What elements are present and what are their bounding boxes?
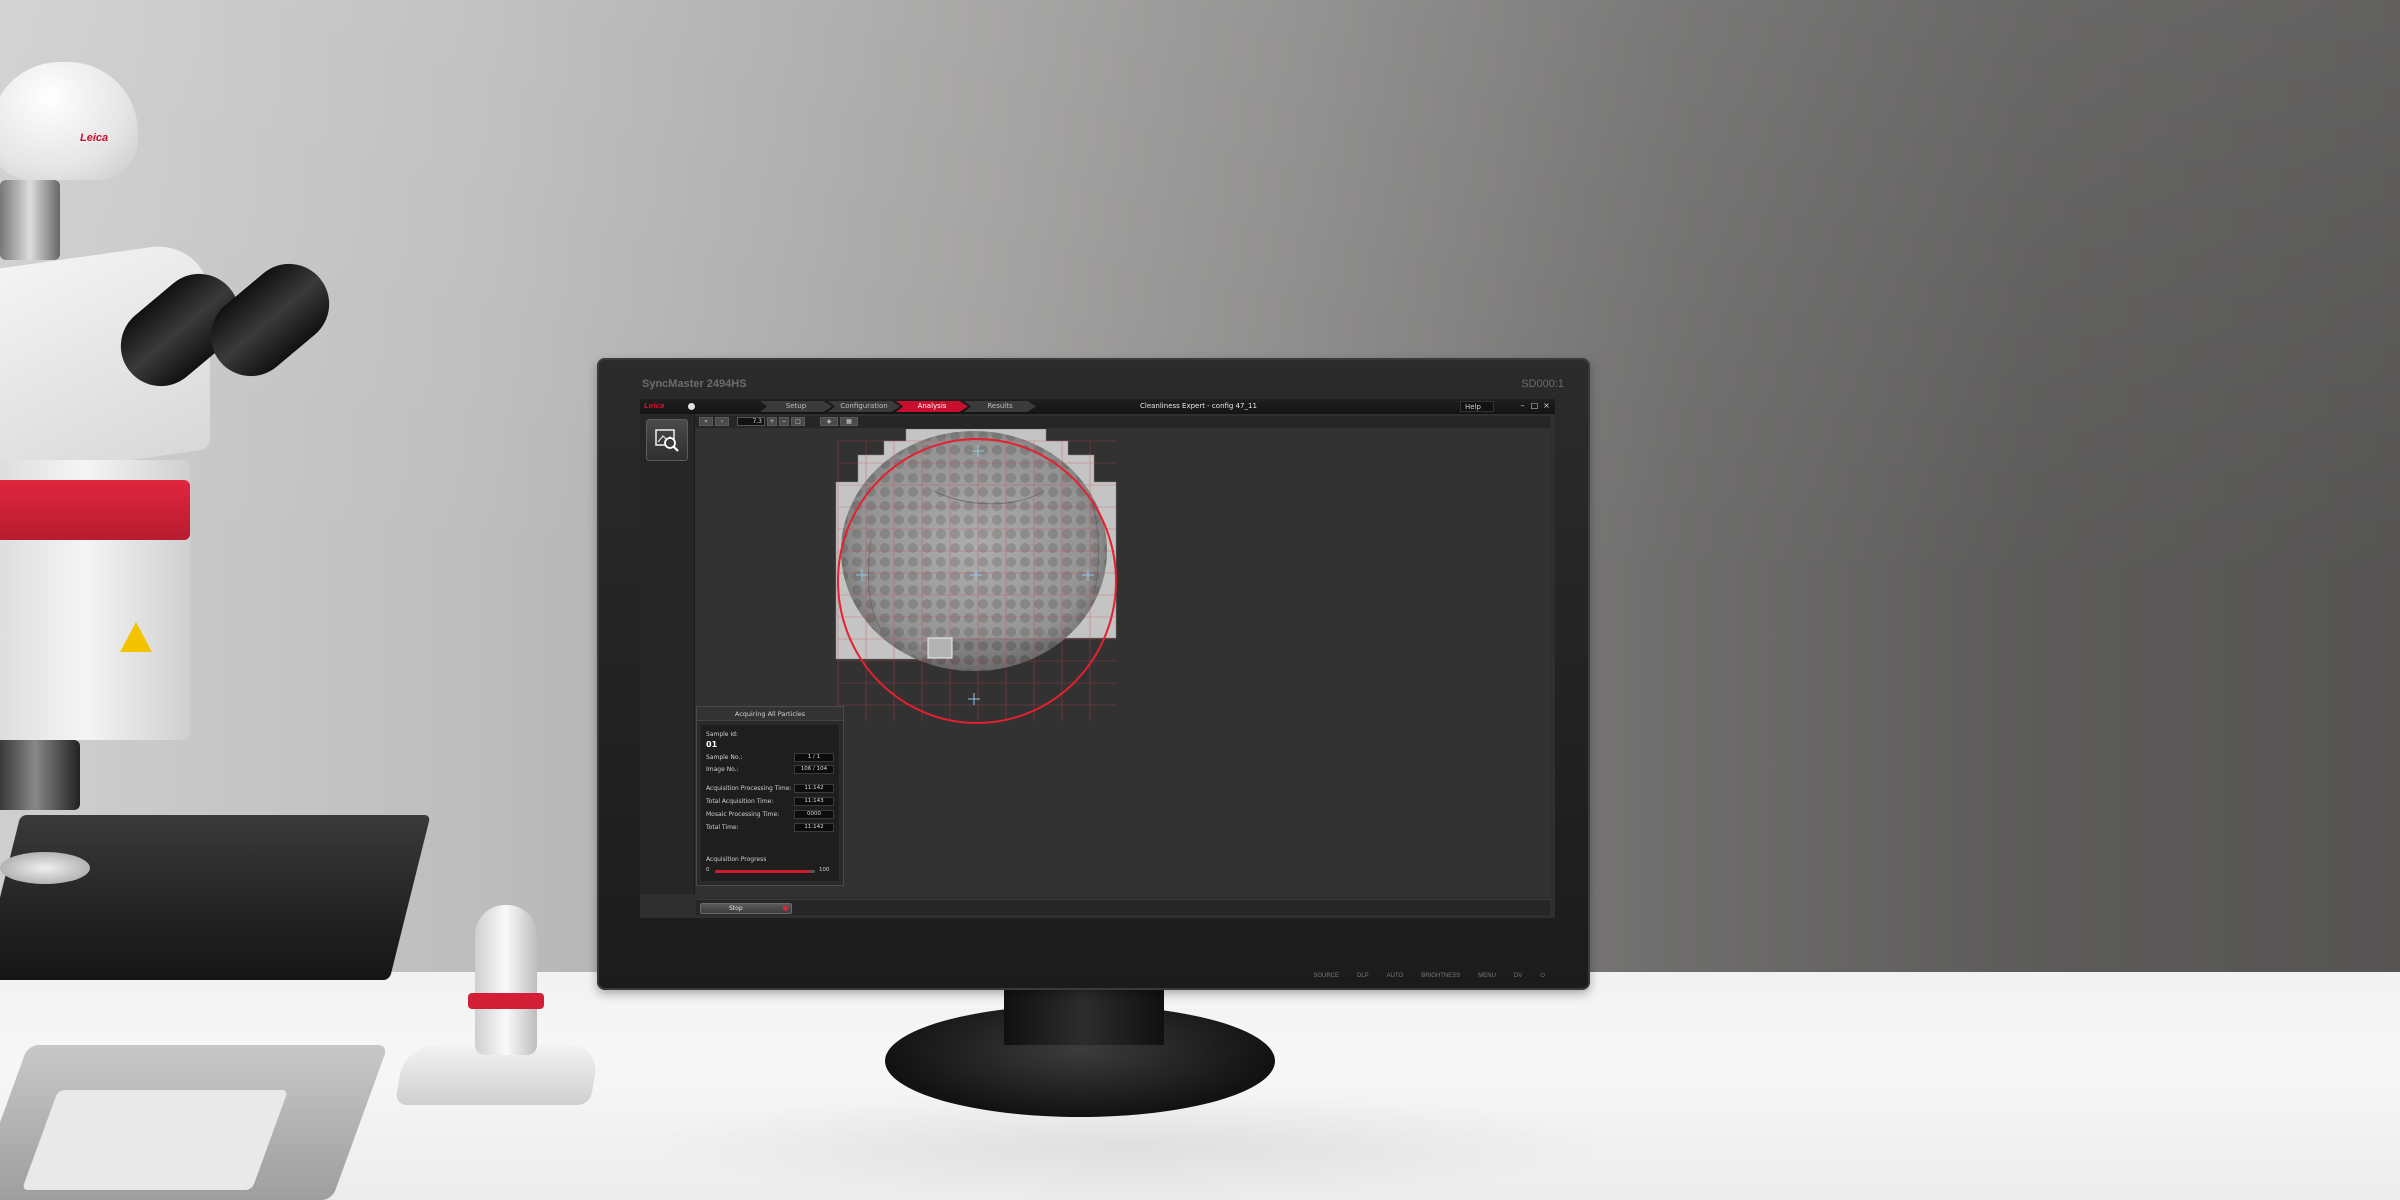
acquisition-status-panel: Acquiring All Particles Sample Id: 01 Sa… xyxy=(696,706,844,886)
microscope-control-panel xyxy=(21,1090,289,1190)
status-row: Image No.: 106 / 104 xyxy=(706,765,834,775)
prev-image-button[interactable]: ‹ xyxy=(715,417,729,426)
image-no-value: 106 / 104 xyxy=(794,765,834,774)
monitor-brand: SyncMaster 2494HS xyxy=(642,378,747,390)
status-row: Total Time: 11:142 xyxy=(706,823,834,833)
progress-label: Acquisition Progress xyxy=(706,856,767,863)
progress-min: 0 xyxy=(706,867,710,873)
microscope-neck xyxy=(0,180,60,260)
monitor-controls: SOURCE DLP AUTO BRIGHTNESS MENU DV ⏻ xyxy=(1313,973,1545,980)
mosaic-processing-time-label: Mosaic Processing Time: xyxy=(706,811,780,818)
image-toolbar: « ‹ 7.3 + − □ ◈ ▦ xyxy=(695,416,1550,428)
stop-button[interactable]: Stop xyxy=(700,903,792,914)
acq-processing-time-value: 11:142 xyxy=(794,784,834,793)
status-panel-title: Acquiring All Particles xyxy=(697,707,843,721)
monitor-control-menu[interactable]: MENU xyxy=(1478,973,1496,980)
acq-processing-time-label: Acquisition Processing Time: xyxy=(706,785,792,792)
progress-max: 100 xyxy=(819,867,830,873)
monitor-power-button[interactable]: ⏻ xyxy=(1540,973,1545,980)
sample-id-value: 01 xyxy=(706,740,718,749)
monitor-stand-neck xyxy=(1004,985,1164,1045)
grid-toggle-button[interactable]: ▦ xyxy=(840,417,858,426)
tool-sidebar xyxy=(640,414,695,894)
image-no-label: Image No.: xyxy=(706,766,739,773)
microscope-red-band xyxy=(0,480,190,540)
focus-controller-knob xyxy=(475,905,537,1055)
fit-view-button[interactable]: □ xyxy=(791,417,805,426)
total-acq-time-value: 11:143 xyxy=(794,797,834,806)
microscope-nosepiece xyxy=(0,740,80,810)
close-button[interactable]: × xyxy=(1542,401,1551,410)
tab-setup[interactable]: Setup xyxy=(760,401,832,412)
microscope-camera-logo: Leica xyxy=(80,132,109,144)
monitor-control-brightness[interactable]: BRIGHTNESS xyxy=(1421,973,1460,980)
total-acq-time-label: Total Acquisition Time: xyxy=(706,798,774,805)
status-row: Total Acquisition Time: 11:143 xyxy=(706,797,834,807)
monitor-control-source[interactable]: SOURCE xyxy=(1313,973,1339,980)
maximize-button[interactable]: □ xyxy=(1530,401,1539,410)
focus-controller xyxy=(394,905,601,1110)
first-image-button[interactable]: « xyxy=(699,417,713,426)
total-time-label: Total Time: xyxy=(706,824,739,831)
monitor-control-dv[interactable]: DV xyxy=(1514,973,1522,980)
tab-results[interactable]: Results xyxy=(964,401,1036,412)
total-time-value: 11:142 xyxy=(794,823,834,832)
acquisition-progress-fill xyxy=(715,870,810,873)
title-bar: Leica Setup Configuration Analysis Resul… xyxy=(640,399,1555,414)
tab-analysis[interactable]: Analysis xyxy=(896,401,968,412)
microscope-camera xyxy=(0,62,138,180)
sample-id-label: Sample Id: xyxy=(706,731,739,738)
sample-no-value: 1 / 1 xyxy=(794,753,834,762)
app-menu-icon[interactable] xyxy=(688,403,695,410)
image-search-icon xyxy=(655,429,679,452)
zoom-in-button[interactable]: + xyxy=(767,417,777,426)
status-row: Sample No.: 1 / 1 xyxy=(706,753,834,763)
minimize-button[interactable]: – xyxy=(1518,401,1527,410)
monitor-logo: SD000:1 xyxy=(1521,378,1564,390)
mosaic-processing-time-value: 0000 xyxy=(794,810,834,819)
help-button[interactable]: Help xyxy=(1460,401,1494,412)
analysis-tool-button[interactable] xyxy=(646,419,688,461)
warning-icon xyxy=(120,622,152,652)
zoom-out-button[interactable]: − xyxy=(779,417,789,426)
stage-insert xyxy=(0,852,90,884)
zoom-field[interactable]: 7.3 xyxy=(737,417,765,426)
stop-button-label: Stop xyxy=(729,905,743,912)
window-title: Cleanliness Expert - config 47_11 xyxy=(1140,402,1257,410)
status-row: Acquisition Processing Time: 11:142 xyxy=(706,784,834,794)
app-screen: Leica Setup Configuration Analysis Resul… xyxy=(640,399,1555,918)
focus-controller-ring xyxy=(468,993,544,1009)
monitor-control-auto[interactable]: AUTO xyxy=(1387,973,1404,980)
stop-icon xyxy=(783,906,788,911)
status-row: Mosaic Processing Time: 0000 xyxy=(706,810,834,820)
tab-configuration[interactable]: Configuration xyxy=(828,401,900,412)
eyepiece-right xyxy=(194,247,346,393)
microscope: Leica xyxy=(0,0,431,1200)
acquisition-progress-bar xyxy=(715,870,815,873)
status-panel-body: Sample Id: 01 Sample No.: 1 / 1 Image No… xyxy=(701,725,839,881)
bottom-bar: Stop xyxy=(696,899,1550,915)
overlay-toggle-button[interactable]: ◈ xyxy=(820,417,838,426)
current-tile xyxy=(927,637,953,659)
monitor-control-dlp[interactable]: DLP xyxy=(1357,973,1369,980)
app-logo: Leica xyxy=(644,402,665,410)
microscope-stage xyxy=(0,815,431,980)
sample-no-label: Sample No.: xyxy=(706,754,743,761)
